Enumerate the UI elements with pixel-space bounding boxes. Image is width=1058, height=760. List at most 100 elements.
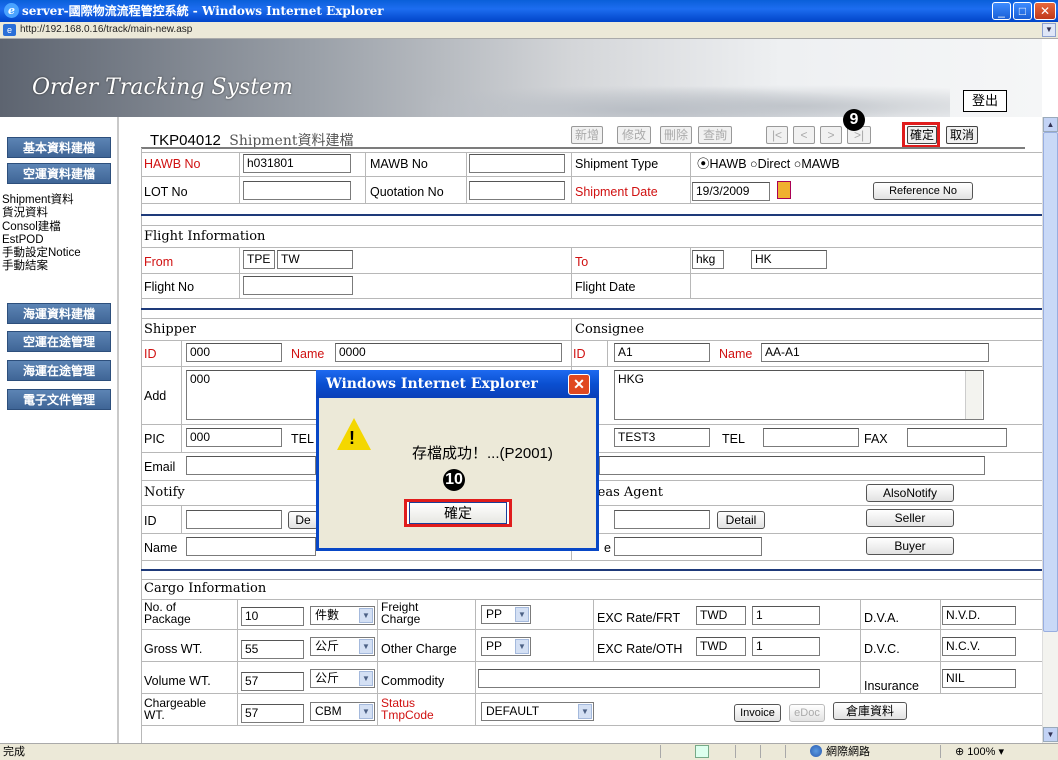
notify-name-input[interactable] <box>186 537 316 556</box>
delete-button[interactable]: 刪除 <box>660 126 692 144</box>
edoc-button[interactable]: eDoc <box>789 704 825 722</box>
first-record-button[interactable]: |< <box>766 126 788 144</box>
maximize-button[interactable]: □ <box>1013 2 1032 20</box>
sidebar-link-consol[interactable]: Consol建檔 <box>2 221 61 234</box>
lot-input[interactable] <box>243 181 351 200</box>
consignee-pic-input[interactable]: TEST3 <box>614 428 710 447</box>
sidebar-link-estpod[interactable]: EstPOD <box>2 234 44 247</box>
sidebar-splitter[interactable] <box>117 117 119 743</box>
hawb-label: HAWB No <box>144 157 201 171</box>
status-tmpcode-select[interactable]: DEFAULT ▼ <box>481 702 594 721</box>
dialog-ok-button[interactable]: 確定 <box>409 502 507 524</box>
mawb-input[interactable] <box>469 154 565 173</box>
agent-name-input[interactable] <box>614 537 762 556</box>
query-button[interactable]: 查詢 <box>698 126 732 144</box>
exc-oth-rate-input[interactable]: 1 <box>752 637 820 656</box>
dvc-label: D.V.C. <box>864 642 900 656</box>
dvc-input[interactable]: N.C.V. <box>942 637 1016 656</box>
consignee-add-textarea[interactable]: HKG <box>614 370 984 420</box>
consignee-tel-input[interactable] <box>763 428 859 447</box>
minimize-button[interactable]: _ <box>992 2 1011 20</box>
consignee-name-input[interactable]: AA-A1 <box>761 343 989 362</box>
shipper-pic-input[interactable]: 000 <box>186 428 282 447</box>
textarea-scrollbar[interactable] <box>965 371 982 419</box>
also-notify-button[interactable]: AlsoNotify <box>866 484 954 502</box>
exc-frt-label: EXC Rate/FRT <box>597 611 681 625</box>
shipment-date-input[interactable]: 19/3/2009 <box>692 182 770 201</box>
consignee-id-input[interactable]: A1 <box>614 343 710 362</box>
shipper-name-input[interactable]: 0000 <box>335 343 562 362</box>
warehouse-button[interactable]: 倉庫資料 <box>833 702 907 720</box>
banner: Order Tracking System <box>0 39 1042 117</box>
sidebar-basic-data[interactable]: 基本資料建檔 <box>7 137 111 158</box>
reference-no-button[interactable]: Reference No <box>873 182 973 200</box>
address-dropdown-icon[interactable]: ▼ <box>1042 23 1056 37</box>
notify-detail-button[interactable]: De <box>288 511 318 529</box>
to-country-input[interactable]: HK <box>751 250 827 269</box>
scroll-down-icon[interactable]: ▼ <box>1043 727 1058 742</box>
flight-no-input[interactable] <box>243 276 353 295</box>
radio-direct[interactable]: ○ <box>750 157 758 171</box>
scroll-up-icon[interactable]: ▲ <box>1043 117 1058 132</box>
sidebar-air-data[interactable]: 空運資料建檔 <box>7 163 111 184</box>
page-scrollbar[interactable]: ▲ ▼ <box>1042 117 1058 743</box>
agent-detail-button[interactable]: Detail <box>717 511 765 529</box>
exc-oth-currency-input[interactable]: TWD <box>696 637 746 656</box>
freight-select[interactable]: PP ▼ <box>481 605 531 624</box>
shipper-name-label: Name <box>291 347 325 361</box>
next-record-button[interactable]: > <box>820 126 842 144</box>
chargeable-input[interactable]: 57 <box>241 704 304 723</box>
zoom-control[interactable]: ⊕ 100% ▾ <box>955 744 1004 760</box>
sidebar-link-close[interactable]: 手動結案 <box>2 260 48 273</box>
radio-hawb[interactable]: ⦿ <box>697 157 710 171</box>
commodity-input[interactable] <box>478 669 820 688</box>
from-code-input[interactable]: TPE <box>243 250 275 269</box>
sidebar-link-notice[interactable]: 手動設定Notice <box>2 247 81 260</box>
consignee-fax-input[interactable] <box>907 428 1007 447</box>
logout-button[interactable]: 登出 <box>963 90 1007 112</box>
sidebar-link-shipment[interactable]: Shipment資料 <box>2 194 74 207</box>
from-country-input[interactable]: TW <box>277 250 353 269</box>
volume-input[interactable]: 57 <box>241 672 304 691</box>
notify-id-input[interactable] <box>186 510 282 529</box>
insurance-input[interactable]: NIL <box>942 669 1016 688</box>
consignee-email-input[interactable] <box>599 456 985 475</box>
invoice-button[interactable]: Invoice <box>734 704 781 722</box>
prev-record-button[interactable]: < <box>793 126 815 144</box>
dva-input[interactable]: N.V.D. <box>942 606 1016 625</box>
other-charge-select[interactable]: PP ▼ <box>481 637 531 656</box>
to-code-input[interactable]: hkg <box>692 250 724 269</box>
quotation-input[interactable] <box>469 181 565 200</box>
volume-unit-select[interactable]: 公斤 ▼ <box>310 669 375 688</box>
package-unit-select[interactable]: 件數 ▼ <box>310 606 375 625</box>
shipper-id-input[interactable]: 000 <box>186 343 282 362</box>
agent-id-input[interactable] <box>614 510 710 529</box>
gross-unit-select[interactable]: 公斤 ▼ <box>310 637 375 656</box>
exc-frt-currency-input[interactable]: TWD <box>696 606 746 625</box>
scroll-thumb[interactable] <box>1043 132 1058 632</box>
shipment-type-radio-group[interactable]: ⦿HAWB ○Direct ○MAWB <box>697 157 840 171</box>
sidebar-air-transit[interactable]: 空運在途管理 <box>7 331 111 352</box>
add-button[interactable]: 新增 <box>571 126 603 144</box>
close-window-button[interactable]: ✕ <box>1034 2 1056 20</box>
lot-label: LOT No <box>144 185 188 199</box>
seller-button[interactable]: Seller <box>866 509 954 527</box>
gross-input[interactable]: 55 <box>241 640 304 659</box>
exc-frt-rate-input[interactable]: 1 <box>752 606 820 625</box>
sidebar-link-status[interactable]: 貨況資料 <box>2 207 48 220</box>
gross-label: Gross WT. <box>144 642 203 656</box>
buyer-button[interactable]: Buyer <box>866 537 954 555</box>
shipper-email-input[interactable] <box>186 456 316 475</box>
hawb-input[interactable]: h031801 <box>243 154 351 173</box>
sidebar-edoc[interactable]: 電子文件管理 <box>7 389 111 410</box>
chargeable-unit-select[interactable]: CBM ▼ <box>310 702 375 721</box>
sidebar-sea-transit[interactable]: 海運在途管理 <box>7 360 111 381</box>
package-input[interactable]: 10 <box>241 607 304 626</box>
address-bar[interactable]: e http://192.168.0.16/track/main-new.asp… <box>0 22 1058 39</box>
edit-button[interactable]: 修改 <box>617 126 651 144</box>
sidebar-sea-data[interactable]: 海運資料建檔 <box>7 303 111 324</box>
window-title: server-國際物流流程管控系統 - Windows Internet Exp… <box>22 4 384 18</box>
dialog-close-button[interactable]: ✕ <box>568 374 590 395</box>
cancel-button[interactable]: 取消 <box>946 126 978 144</box>
calendar-icon[interactable] <box>777 181 791 199</box>
